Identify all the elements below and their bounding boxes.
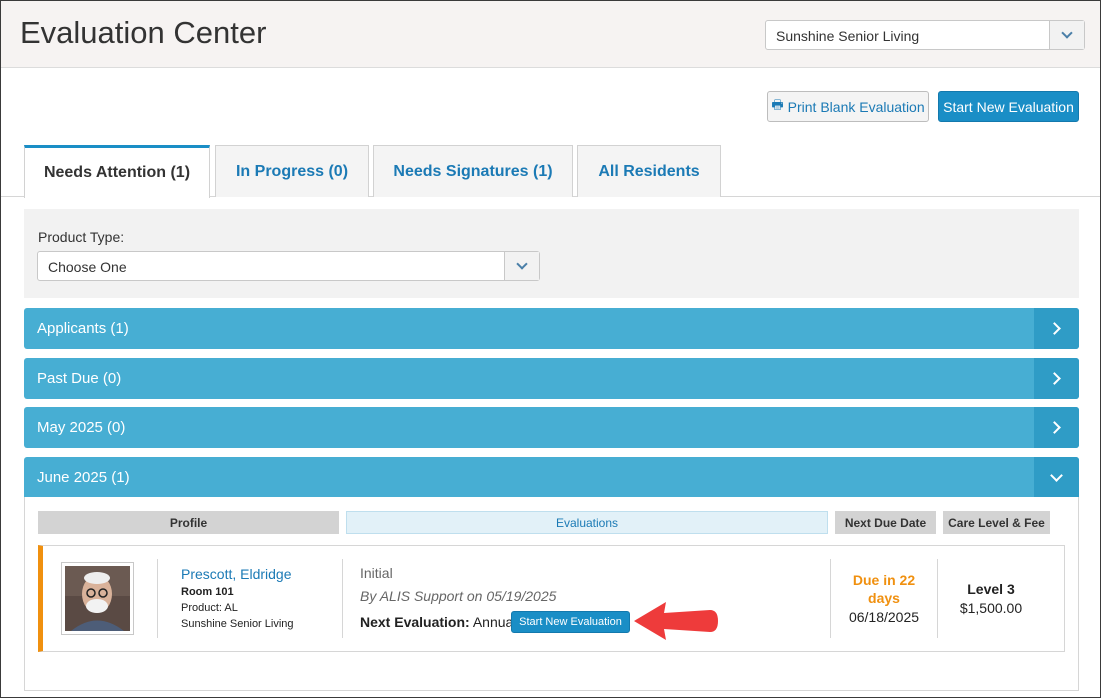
evaluation-by: By ALIS Support on 05/19/2025 xyxy=(360,588,557,604)
next-evaluation: Next Evaluation: Annual xyxy=(360,614,516,630)
start-new-evaluation-button[interactable]: Start New Evaluation xyxy=(938,91,1079,122)
divider xyxy=(157,559,158,638)
due-in-status: Due in 22 days xyxy=(852,572,916,606)
print-blank-evaluation-label: Print Blank Evaluation xyxy=(787,98,925,115)
chevron-down-icon[interactable] xyxy=(1049,21,1084,49)
printer-icon: 🖶 xyxy=(771,96,784,112)
tab-needs-signatures[interactable]: Needs Signatures (1) xyxy=(373,145,573,197)
column-header-care-level-fee: Care Level & Fee xyxy=(943,511,1050,534)
column-header-next-due-date: Next Due Date xyxy=(835,511,936,534)
group-label: Past Due (0) xyxy=(37,370,122,387)
chevron-down-icon[interactable] xyxy=(504,252,539,280)
column-header-evaluations[interactable]: Evaluations xyxy=(346,511,828,534)
product-type-value: Choose One xyxy=(48,259,127,275)
community-select[interactable]: Sunshine Senior Living xyxy=(765,20,1085,50)
divider xyxy=(830,559,831,638)
filter-panel: Product Type: Choose One xyxy=(24,209,1079,298)
next-due-date: 06/18/2025 xyxy=(848,609,920,625)
group-past-due[interactable]: Past Due (0) xyxy=(24,358,1079,399)
chevron-right-icon[interactable] xyxy=(1034,407,1079,448)
chevron-right-icon[interactable] xyxy=(1034,308,1079,349)
tab-all-residents[interactable]: All Residents xyxy=(577,145,721,197)
start-new-evaluation-row-button[interactable]: Start New Evaluation xyxy=(511,611,630,633)
resident-photo xyxy=(65,566,130,631)
group-label: May 2025 (0) xyxy=(37,419,126,436)
column-header-profile: Profile xyxy=(38,511,339,534)
resident-product: Product: AL xyxy=(181,602,238,614)
group-label: Applicants (1) xyxy=(37,320,129,337)
chevron-right-icon[interactable] xyxy=(1034,358,1079,399)
resident-avatar xyxy=(61,562,134,635)
resident-community: Sunshine Senior Living xyxy=(181,618,294,630)
care-fee: $1,500.00 xyxy=(959,600,1023,616)
group-label: June 2025 (1) xyxy=(37,469,130,486)
divider xyxy=(342,559,343,638)
page-title: Evaluation Center xyxy=(20,15,267,50)
print-blank-evaluation-button[interactable]: 🖶 Print Blank Evaluation xyxy=(767,91,929,122)
group-may-2025[interactable]: May 2025 (0) xyxy=(24,407,1079,448)
product-type-select[interactable]: Choose One xyxy=(37,251,540,281)
resident-room: Room 101 xyxy=(181,586,234,598)
care-level: Level 3 xyxy=(967,581,1015,597)
annotation-arrow-icon xyxy=(634,602,718,640)
next-evaluation-label: Next Evaluation: xyxy=(360,614,470,630)
tab-needs-attention[interactable]: Needs Attention (1) xyxy=(24,145,210,198)
next-evaluation-value: Annual xyxy=(472,614,517,630)
chevron-down-icon[interactable] xyxy=(1034,457,1079,498)
page-header: Evaluation Center Sunshine Senior Living xyxy=(1,1,1100,68)
tab-in-progress[interactable]: In Progress (0) xyxy=(215,145,369,197)
product-type-label: Product Type: xyxy=(38,229,125,245)
group-applicants[interactable]: Applicants (1) xyxy=(24,308,1079,349)
resident-name-link[interactable]: Prescott, Eldridge xyxy=(181,566,292,582)
group-june-2025[interactable]: June 2025 (1) xyxy=(24,457,1079,498)
evaluation-type: Initial xyxy=(360,565,393,581)
divider xyxy=(937,559,938,638)
community-select-value: Sunshine Senior Living xyxy=(776,28,920,44)
